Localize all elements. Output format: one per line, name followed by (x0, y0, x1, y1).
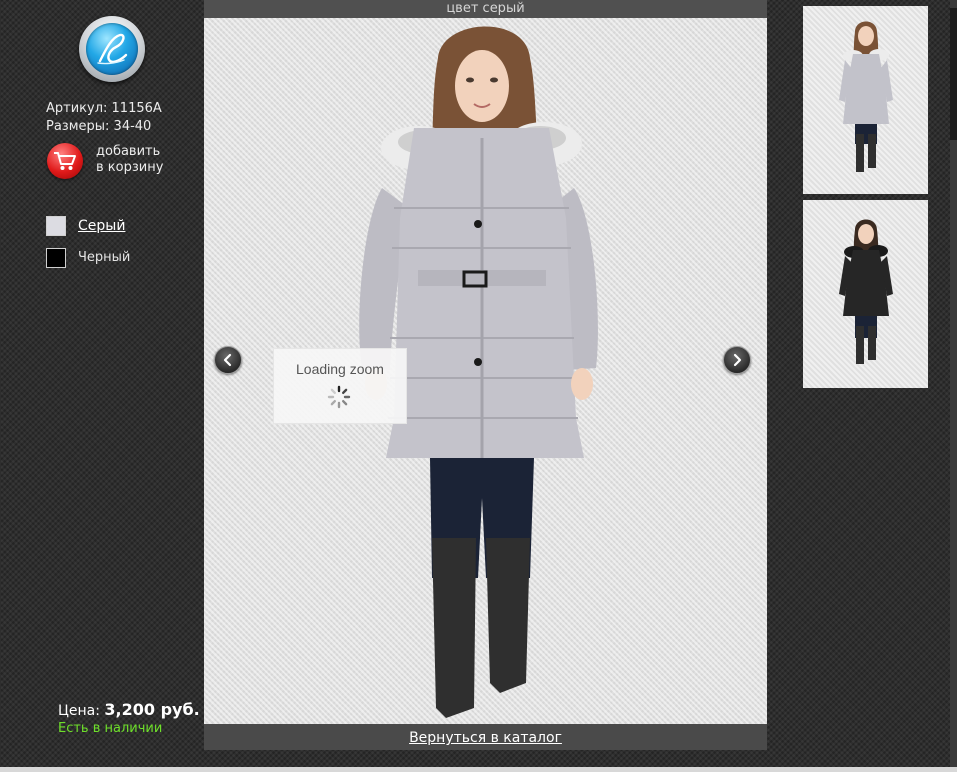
viewer-footer: Вернуться в каталог (204, 724, 767, 750)
loading-zoom-overlay: Loading zoom (273, 348, 407, 424)
price-value: 3,200 руб. (104, 700, 200, 719)
color-label-grey: Серый (78, 218, 126, 234)
color-swatch-black (46, 248, 66, 268)
product-image[interactable]: Loading zoom (204, 18, 767, 724)
price-label: Цена: (58, 703, 100, 719)
previous-image-button[interactable] (214, 346, 242, 374)
logo-icon[interactable] (79, 16, 145, 82)
product-sizes: Размеры: 34-40 (46, 119, 152, 134)
product-sku: Артикул: 11156A (46, 101, 162, 116)
scrollbar-thumb[interactable] (950, 8, 957, 140)
thumbnail-grey-image (839, 21, 893, 172)
spinner-icon (327, 385, 351, 409)
thumbnail-black-coat[interactable] (803, 200, 928, 388)
logo-emblem (86, 23, 138, 75)
loading-zoom-text: Loading zoom (296, 361, 384, 377)
chevron-right-icon (733, 353, 742, 367)
add-to-cart-line-1: добавить (96, 144, 161, 159)
viewer-title: цвет серый (204, 0, 767, 18)
thumbnail-grey-coat[interactable] (803, 6, 928, 194)
next-image-button[interactable] (723, 346, 751, 374)
add-to-cart-link[interactable]: добавить в корзину (96, 144, 176, 176)
thumbnail-black-image (839, 219, 893, 364)
shopping-cart-icon[interactable] (47, 143, 83, 179)
color-swatch-grey (46, 216, 66, 236)
add-to-cart-line-2: в корзину (96, 160, 164, 175)
chevron-left-icon (223, 353, 232, 367)
product-image-viewer: цвет серый Loading zoom Вернуться в ката… (204, 0, 767, 750)
back-to-catalog-link[interactable]: Вернуться в каталог (204, 729, 767, 747)
price: Цена: 3,200 руб. (58, 700, 200, 721)
page-bottom-border (0, 767, 957, 772)
availability-status: Есть в наличии (58, 721, 163, 736)
color-label-black: Черный (78, 250, 131, 265)
